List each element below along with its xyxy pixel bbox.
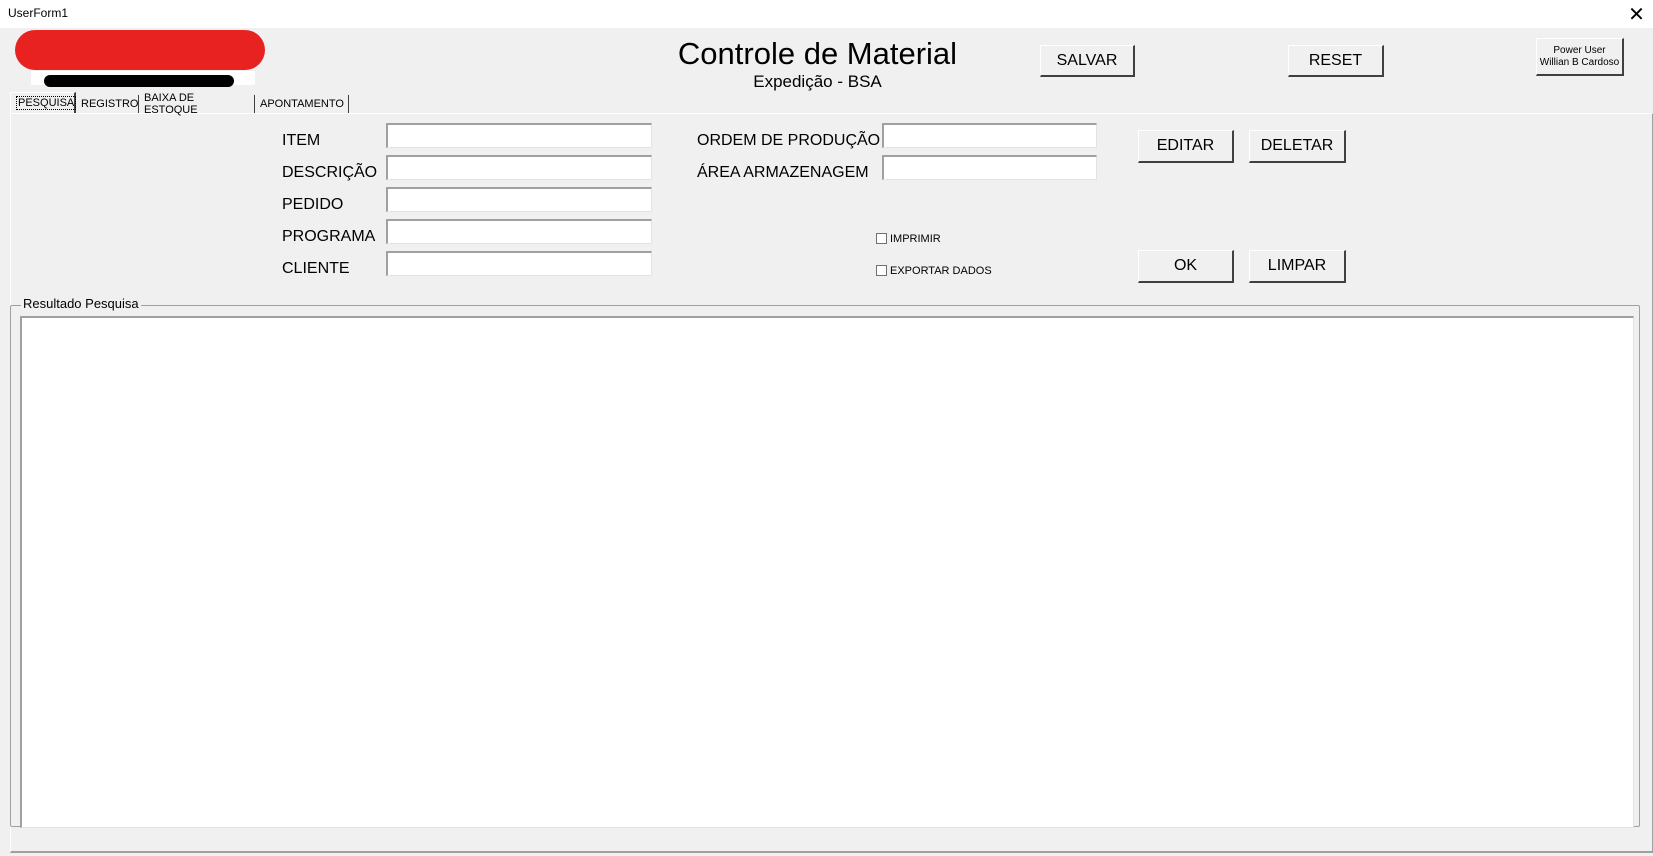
page-title: Controle de Material	[677, 36, 958, 71]
tab-label: PESQUISA	[16, 96, 77, 110]
pedido-input[interactable]	[386, 187, 652, 212]
save-button[interactable]: SALVAR	[1040, 45, 1135, 77]
ordem-producao-label: ORDEM DE PRODUÇÃO	[697, 132, 881, 149]
tab-label: REGISTRO	[81, 98, 139, 110]
cliente-label: CLIENTE	[282, 260, 350, 277]
company-logo	[15, 30, 265, 70]
tab-label: BAIXA DE ESTOQUE	[144, 92, 198, 116]
tab-pesquisa[interactable]: PESQUISA	[10, 92, 77, 113]
ordem-producao-input[interactable]	[882, 123, 1097, 148]
exportar-dados-checkbox[interactable]	[876, 265, 887, 276]
item-label: ITEM	[282, 132, 321, 149]
delete-button[interactable]: DELETAR	[1249, 130, 1346, 163]
logo-caption-redacted	[44, 75, 234, 87]
exportar-dados-label: EXPORTAR DADOS	[890, 265, 992, 277]
window-title: UserForm1	[8, 6, 69, 20]
area-armazenagem-input[interactable]	[882, 155, 1097, 180]
tab-label: APONTAMENTO	[260, 98, 344, 110]
close-icon[interactable]: ✕	[1620, 0, 1653, 28]
descricao-input[interactable]	[386, 155, 652, 180]
tab-apontamento[interactable]: APONTAMENTO	[255, 95, 349, 113]
edit-button[interactable]: EDITAR	[1138, 130, 1234, 163]
pedido-label: PEDIDO	[282, 196, 344, 213]
item-input[interactable]	[386, 123, 652, 148]
results-caption: Resultado Pesquisa	[21, 296, 141, 312]
descricao-label: DESCRIÇÃO	[282, 164, 378, 181]
results-listbox[interactable]	[20, 316, 1634, 828]
reset-button[interactable]: RESET	[1288, 45, 1384, 77]
page-subtitle: Expedição - BSA	[753, 72, 882, 91]
user-button[interactable]: Power User Willian B Cardoso	[1536, 38, 1624, 76]
area-armazenagem-label: ÁREA ARMAZENAGEM	[697, 164, 869, 181]
window-titlebar: UserForm1 ✕	[0, 0, 1653, 28]
imprimir-checkbox[interactable]	[876, 233, 887, 244]
ok-button[interactable]: OK	[1138, 250, 1234, 283]
imprimir-label: IMPRIMIR	[890, 233, 941, 245]
tab-baixa-de-estoque[interactable]: BAIXA DE ESTOQUE	[139, 92, 255, 116]
tab-registro[interactable]: REGISTRO	[76, 95, 139, 113]
programa-label: PROGRAMA	[282, 228, 376, 245]
programa-input[interactable]	[386, 219, 652, 244]
cliente-input[interactable]	[386, 251, 652, 276]
clear-button[interactable]: LIMPAR	[1249, 250, 1346, 283]
